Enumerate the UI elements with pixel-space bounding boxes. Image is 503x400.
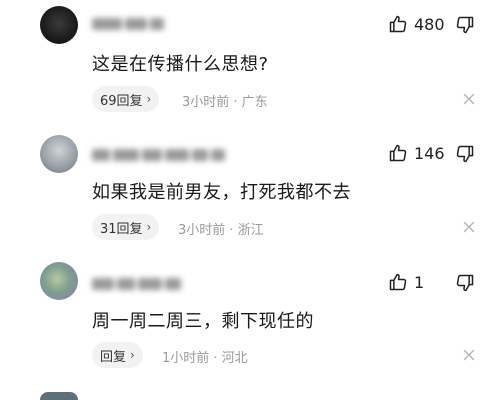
chevron-right-icon: › — [146, 220, 152, 234]
comment-meta: 3小时前 · 广东 — [182, 95, 268, 110]
like-button[interactable]: 480 — [388, 14, 445, 34]
close-icon[interactable] — [462, 348, 476, 362]
like-count: 480 — [414, 14, 445, 34]
comment-text: 如果我是前男友，打死我都不去 — [92, 182, 351, 203]
reply-button[interactable]: 回复 › — [92, 342, 143, 368]
thumbs-down-icon[interactable] — [455, 15, 475, 35]
replies-label: 69回复 — [100, 93, 143, 109]
like-count: 1 — [414, 272, 425, 292]
comment-text: 这是在传播什么思想? — [92, 54, 269, 75]
username-blurred[interactable] — [92, 16, 167, 30]
close-icon[interactable] — [462, 220, 476, 234]
avatar[interactable] — [40, 392, 78, 400]
thumbs-up-icon — [389, 15, 407, 33]
like-count: 146 — [414, 143, 445, 163]
chevron-right-icon: › — [130, 348, 135, 362]
replies-button[interactable]: 31回复 › — [92, 214, 160, 240]
close-icon[interactable] — [462, 92, 476, 106]
reply-label: 回复 — [100, 349, 127, 365]
avatar[interactable] — [40, 135, 78, 173]
replies-label: 31回复 — [100, 221, 143, 237]
like-button[interactable]: 146 — [388, 143, 445, 163]
replies-button[interactable]: 69回复 › — [92, 86, 160, 112]
chevron-right-icon: › — [146, 92, 152, 106]
username-blurred[interactable] — [92, 276, 184, 290]
thumbs-up-icon — [389, 273, 407, 291]
thumbs-up-icon — [389, 144, 407, 162]
comment-meta: 3小时前 · 浙江 — [178, 223, 264, 238]
like-button[interactable]: 1 — [388, 272, 424, 292]
comment-text: 周一周二周三，剩下现任的 — [92, 311, 314, 332]
avatar[interactable] — [40, 262, 78, 300]
username-blurred[interactable] — [92, 147, 228, 161]
comment-meta: 1小时前 · 河北 — [162, 351, 248, 366]
avatar[interactable] — [40, 6, 78, 44]
thumbs-down-icon[interactable] — [455, 273, 475, 293]
thumbs-down-icon[interactable] — [455, 144, 475, 164]
